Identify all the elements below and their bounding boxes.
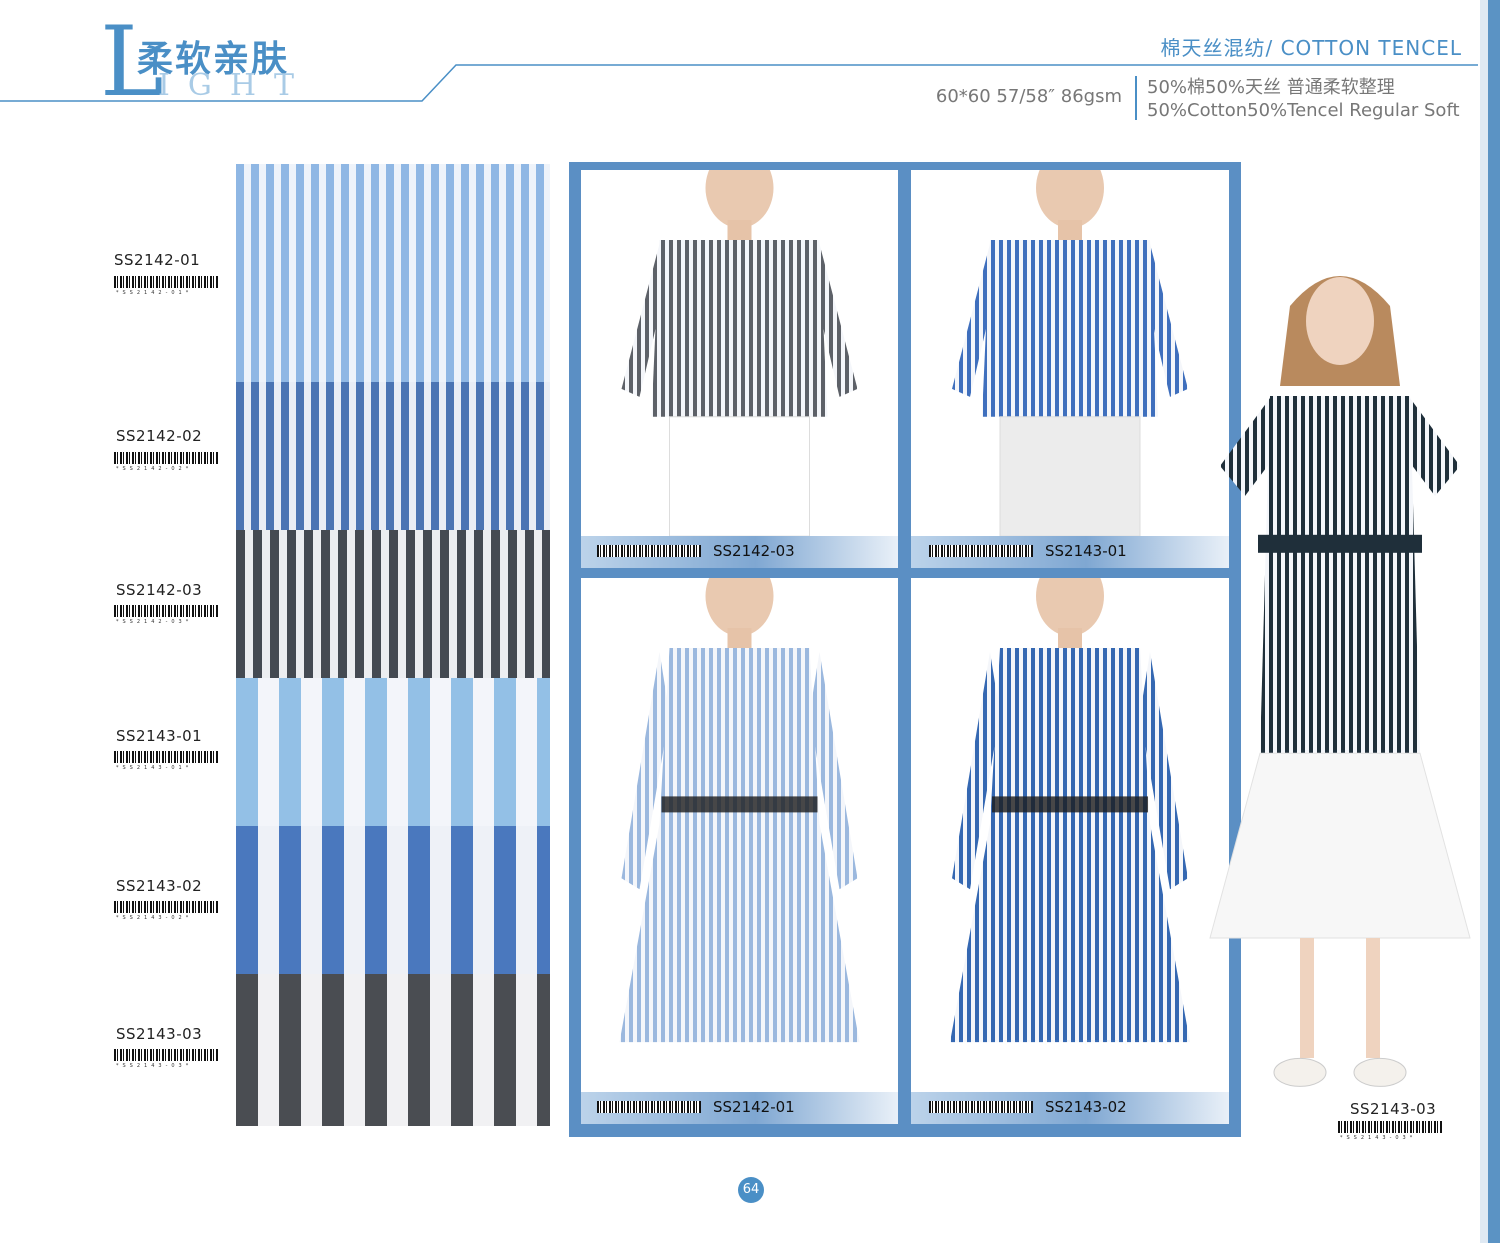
- model-photo-midi-dress: [1205, 266, 1475, 1106]
- model-photo-shirt: SS2142-03: [581, 170, 898, 568]
- swatch-code-6: SS2143-03: [116, 1025, 203, 1043]
- model-photo-cold-shoulder-top: SS2143-01: [911, 170, 1229, 568]
- fabric-swatch: [236, 530, 550, 678]
- page-number: 64: [738, 1177, 764, 1203]
- barcode-digits-3: *SS2142-03*: [116, 619, 193, 625]
- fabric-spec: 60*60 57/58″ 86gsm: [935, 86, 1122, 107]
- model-barcode: [1338, 1121, 1442, 1133]
- caption-barcode: [597, 545, 701, 557]
- caption-barcode: [929, 1101, 1033, 1113]
- barcode-3: [114, 605, 218, 617]
- caption-barcode: [597, 1101, 701, 1113]
- model-code: SS2143-03: [1350, 1100, 1437, 1118]
- caption-code: SS2143-02: [1045, 1098, 1127, 1116]
- barcode-6: [114, 1049, 218, 1061]
- garment-illustration: [619, 578, 860, 1043]
- caption-bar: SS2142-01: [581, 1092, 898, 1124]
- swatch-code-5: SS2143-02: [116, 877, 203, 895]
- garment-illustration: [950, 578, 1190, 1043]
- model-photo-belted-dress: SS2143-02: [911, 578, 1229, 1124]
- barcode-digits-1: *SS2142-01*: [116, 290, 193, 296]
- swatch-code-3: SS2142-03: [116, 581, 203, 599]
- barcode-5: [114, 901, 218, 913]
- barcode-digits-5: *SS2143-02*: [116, 915, 193, 921]
- fabric-swatch: [236, 164, 550, 382]
- caption-bar: SS2143-02: [911, 1092, 1229, 1124]
- caption-bar: SS2142-03: [581, 536, 898, 568]
- swatch-code-2: SS2142-02: [116, 427, 203, 445]
- garment-illustration: [621, 170, 858, 537]
- barcode-1: [114, 276, 218, 288]
- caption-bar: SS2143-01: [911, 536, 1229, 568]
- barcode-digits-2: *SS2142-02*: [116, 466, 193, 472]
- side-strip: [1488, 0, 1500, 1243]
- photo-grid-frame: SS2142-03 SS2143-01 SS2142-01 SS2143-02: [569, 162, 1241, 1137]
- fabric-swatch: [236, 678, 550, 826]
- caption-code: SS2142-03: [713, 542, 795, 560]
- side-strip-light: [1480, 0, 1488, 1243]
- fabric-swatch-column: [236, 164, 550, 1126]
- barcode-2: [114, 452, 218, 464]
- caption-barcode: [929, 545, 1033, 557]
- fabric-swatch: [236, 974, 550, 1126]
- collection-title: 棉天丝混纺/ COTTON TENCEL: [1160, 36, 1462, 60]
- fabric-swatch: [236, 382, 550, 530]
- logo-english-word: IGHT: [158, 68, 312, 103]
- barcode-digits-6: *SS2143-03*: [116, 1063, 193, 1069]
- spec-divider: [1135, 76, 1137, 120]
- composition-en: 50%Cotton50%Tencel Regular Soft: [1147, 100, 1460, 121]
- swatch-code-1: SS2142-01: [114, 251, 201, 269]
- fabric-swatch: [236, 826, 550, 974]
- composition-cn: 50%棉50%天丝 普通柔软整理: [1147, 77, 1395, 98]
- midi-dress-illustration: [1209, 276, 1471, 1087]
- swatch-code-4: SS2143-01: [116, 727, 203, 745]
- caption-code: SS2142-01: [713, 1098, 795, 1116]
- composition-block: 50%棉50%天丝 普通柔软整理 50%Cotton50%Tencel Regu…: [1147, 76, 1460, 122]
- barcode-digits-4: *SS2143-01*: [116, 765, 193, 771]
- model-photo-shirt-dress: SS2142-01: [581, 578, 898, 1124]
- caption-code: SS2143-01: [1045, 542, 1127, 560]
- model-barcode-digits: *SS2143-03*: [1340, 1135, 1417, 1141]
- garment-illustration: [952, 170, 1188, 537]
- barcode-4: [114, 751, 218, 763]
